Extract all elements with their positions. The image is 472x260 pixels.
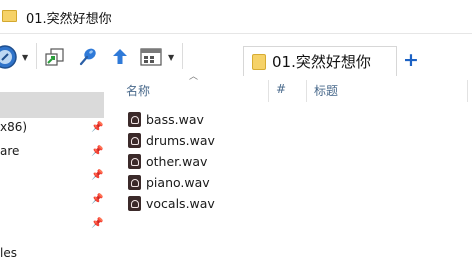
file-name: drums.wav [146, 132, 215, 148]
file-name: piano.wav [146, 174, 210, 190]
folder-icon [2, 10, 17, 22]
chevron-down-icon[interactable]: ▼ [168, 53, 174, 62]
sort-ascending-icon: ︿ [189, 72, 199, 82]
sidebar-item-label[interactable]: are [0, 144, 19, 158]
column-header-title[interactable]: 标题 [314, 82, 338, 99]
sidebar-selected-item[interactable] [0, 92, 104, 118]
chevron-down-icon[interactable]: ▼ [22, 53, 28, 62]
column-header-number[interactable]: # [276, 82, 286, 96]
audio-file-icon [128, 132, 141, 148]
compass-icon[interactable] [0, 44, 18, 70]
list-item[interactable]: drums.wav [128, 130, 215, 150]
folder-icon [252, 54, 266, 70]
up-arrow-icon[interactable] [109, 46, 131, 68]
sidebar-item-label[interactable]: les [0, 246, 17, 260]
list-item[interactable]: vocals.wav [128, 193, 215, 213]
list-item[interactable]: other.wav [128, 151, 207, 171]
window-title: 01.突然好想你 [26, 12, 112, 27]
column-header-name[interactable]: 名称 [126, 82, 150, 99]
pin-icon[interactable]: 📌 [91, 218, 103, 229]
pin-icon[interactable]: 📌 [91, 170, 103, 181]
file-name: bass.wav [146, 111, 204, 127]
column-divider[interactable] [306, 80, 307, 102]
title-bar: 01.突然好想你 [0, 0, 472, 34]
list-item[interactable]: piano.wav [128, 172, 210, 192]
view-options-icon[interactable] [139, 46, 163, 68]
pin-icon[interactable]: 📌 [91, 122, 103, 133]
pin-icon[interactable] [76, 45, 100, 69]
audio-file-icon [128, 153, 141, 169]
sidebar-item-label[interactable]: x86) [0, 120, 27, 134]
audio-file-icon [128, 174, 141, 190]
pin-icon[interactable]: 📌 [91, 194, 103, 205]
copy-path-icon[interactable] [44, 46, 66, 68]
new-tab-button[interactable]: + [403, 49, 419, 71]
toolbar-divider [36, 43, 37, 69]
file-name: other.wav [146, 153, 208, 169]
tab-label: 01.突然好想你 [272, 53, 371, 71]
column-divider[interactable] [268, 80, 269, 102]
toolbar-divider [182, 43, 183, 69]
pin-icon[interactable]: 📌 [91, 146, 103, 157]
navigation-pane: x86) 📌 are 📌 📌 📌 📌 les [0, 78, 112, 260]
file-list: ︿ 名称 # 标题 bass.wav drums.wav other.wav p… [112, 72, 472, 260]
column-divider[interactable] [467, 80, 468, 102]
audio-file-icon [128, 111, 141, 127]
file-name: vocals.wav [146, 195, 215, 211]
tab-current-folder[interactable]: 01.突然好想你 [243, 46, 397, 76]
audio-file-icon [128, 195, 141, 211]
list-item[interactable]: bass.wav [128, 109, 204, 129]
toolbar: ▼ ▼ [0, 34, 472, 78]
